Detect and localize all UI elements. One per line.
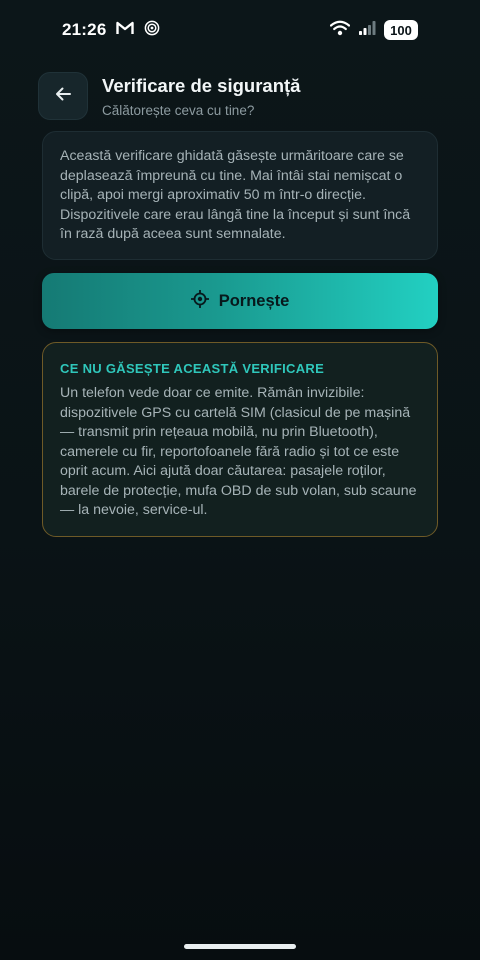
info-card: Această verificare ghidată găsește urmăr… — [42, 131, 438, 260]
status-bar: 21:26 100 — [0, 0, 480, 60]
arrow-left-icon — [54, 85, 72, 108]
status-time: 21:26 — [62, 20, 107, 39]
signal-icon — [358, 20, 376, 41]
gmail-icon — [116, 21, 135, 40]
hotspot-icon — [144, 20, 160, 41]
screen: 21:26 100 Verificare de siguranță Călăto… — [0, 0, 480, 960]
home-gesture-bar[interactable] — [184, 944, 296, 949]
start-button[interactable]: Pornește — [42, 273, 438, 329]
status-left: 21:26 — [62, 20, 160, 41]
warning-text: Un telefon vede doar ce emite. Rămân inv… — [60, 385, 417, 518]
header-text: Verificare de siguranță Călătorește ceva… — [102, 74, 300, 121]
status-right: 100 — [329, 20, 418, 41]
battery-icon: 100 — [384, 20, 418, 40]
target-icon — [190, 289, 210, 313]
header: Verificare de siguranță Călătorește ceva… — [38, 72, 442, 122]
warning-card: CE NU GĂSEȘTE ACEASTĂ VERIFICARE Un tele… — [42, 342, 438, 537]
wifi-icon — [329, 20, 351, 41]
page-title: Verificare de siguranță — [102, 75, 301, 96]
info-text: Această verificare ghidată găsește urmăr… — [60, 148, 411, 242]
warning-title: CE NU GĂSEȘTE ACEASTĂ VERIFICARE — [60, 361, 325, 376]
start-button-label: Pornește — [218, 291, 290, 310]
back-button[interactable] — [38, 72, 88, 120]
page-subtitle: Călătorește ceva cu tine? — [102, 103, 255, 118]
